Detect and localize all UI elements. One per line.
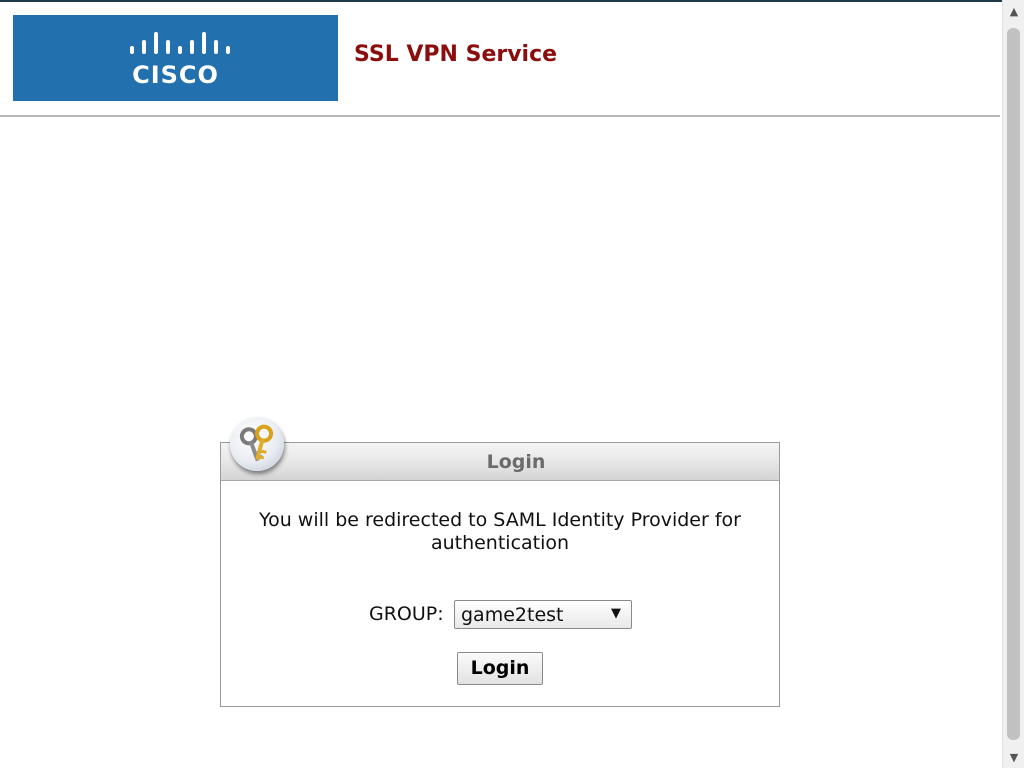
- keys-icon: [230, 417, 284, 471]
- cisco-logo-text: CISCO: [132, 61, 219, 89]
- cisco-bars-icon: [130, 32, 230, 54]
- chevron-down-icon: ▼: [611, 606, 621, 621]
- cisco-logo: CISCO: [13, 15, 338, 101]
- login-panel: Login You will be redirected to SAML Ide…: [220, 417, 780, 707]
- login-panel-title: Login: [486, 451, 546, 473]
- service-title: SSL VPN Service: [354, 42, 558, 67]
- scroll-up-arrow-icon[interactable]: ▲: [1003, 0, 1024, 22]
- login-panel-header: Login: [221, 443, 779, 481]
- vertical-scrollbar[interactable]: ▲ ▼: [1002, 0, 1024, 768]
- header: CISCO SSL VPN Service: [0, 2, 1000, 117]
- login-button[interactable]: Login: [457, 652, 543, 685]
- page: CISCO SSL VPN Service Login You will be …: [0, 0, 1024, 768]
- group-label: GROUP:: [369, 603, 444, 625]
- scrollbar-thumb[interactable]: [1007, 28, 1020, 740]
- scroll-down-arrow-icon[interactable]: ▼: [1003, 746, 1024, 768]
- group-selected-value: game2test: [461, 604, 564, 626]
- redirect-message: You will be redirected to SAML Identity …: [259, 509, 741, 554]
- group-select[interactable]: game2test ▼: [454, 600, 632, 629]
